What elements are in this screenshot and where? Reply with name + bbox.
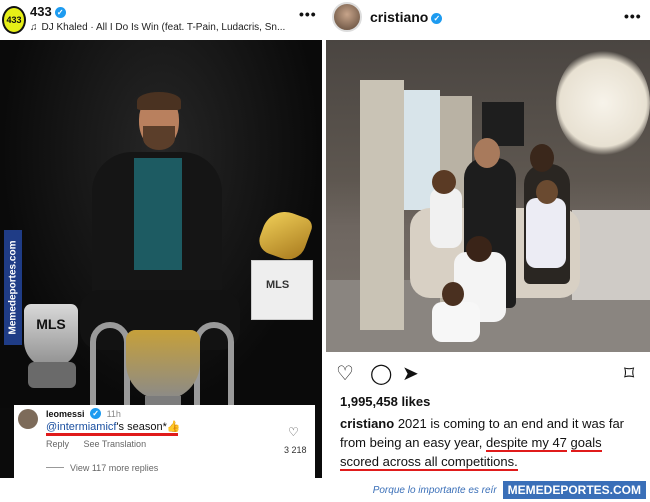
child-4: [432, 302, 480, 342]
child-2: [526, 198, 566, 268]
comment-heart-icon[interactable]: ♡: [288, 425, 299, 439]
view-replies-button[interactable]: View 117 more replies: [46, 463, 158, 473]
comment-time: 11h: [106, 409, 121, 419]
comment-avatar[interactable]: [18, 409, 38, 429]
footer-brand: MEMEDEPORTES.COM: [502, 481, 646, 499]
right-post: cristiano ✓ ••• ♡ ◯ ➤ ⌑ 1,995,458 likes c…: [326, 0, 650, 478]
golden-boot: [255, 205, 315, 265]
more-options-icon[interactable]: •••: [624, 8, 642, 24]
comment-icon[interactable]: ◯: [370, 362, 392, 384]
post-photo[interactable]: MLS MLS Memedeportes.com: [0, 40, 322, 446]
reply-thread-line: [46, 467, 64, 468]
music-text[interactable]: DJ Khaled · All I Do Is Win (feat. T-Pai…: [42, 22, 286, 33]
comment-actions: Reply See Translation: [46, 439, 158, 449]
side-watermark: Memedeportes.com: [4, 230, 22, 345]
mls-trophy-base: [28, 362, 76, 388]
comment-like-count: 3 218: [284, 445, 307, 455]
comment-mention[interactable]: @intermiamicf: [46, 421, 116, 433]
side-watermark-text: Memedeportes.com: [7, 240, 19, 335]
like-count[interactable]: 1,995,458 likes: [340, 394, 430, 409]
white-tree: [556, 48, 650, 158]
post-username[interactable]: cristiano ✓: [370, 9, 443, 25]
footer-watermark: Porque lo importante es reír MEMEDEPORTE…: [0, 478, 650, 502]
footer-inner: Porque lo importante es reír MEMEDEPORTE…: [373, 481, 646, 499]
music-label[interactable]: ♫ DJ Khaled · All I Do Is Win (feat. T-Pa…: [30, 22, 285, 33]
player-shirt: [134, 158, 182, 270]
caption-underlined-1: despite my 47: [485, 435, 567, 452]
avatar[interactable]: 433: [2, 6, 26, 34]
red-underline: [46, 433, 178, 436]
person-man-head: [474, 138, 500, 168]
bookmark-icon[interactable]: ⌑: [624, 362, 634, 384]
comment-text: @intermiamicf's season*👍: [46, 420, 181, 433]
curtain-left: [360, 80, 404, 330]
child-3-head: [466, 236, 492, 262]
post-photo[interactable]: [326, 40, 650, 352]
thumbs-up-emoji: 👍: [166, 421, 181, 433]
footer-slogan: Porque lo importante es reír: [372, 484, 497, 496]
person-woman-head: [530, 144, 554, 172]
child-1-head: [432, 170, 456, 194]
left-post-header: 433 433 ✓ ♫ DJ Khaled · All I Do Is Win (f…: [0, 0, 322, 40]
caption-username[interactable]: cristiano: [340, 416, 394, 431]
mls-trophy: MLS: [24, 304, 78, 368]
verified-badge-icon: ✓: [90, 408, 102, 419]
mls-cup: [126, 330, 200, 400]
left-post: 433 433 ✓ ♫ DJ Khaled · All I Do Is Win (f…: [0, 0, 322, 478]
verified-badge-icon: ✓: [54, 7, 66, 18]
player-beard: [143, 126, 175, 150]
table: [572, 210, 650, 300]
share-icon[interactable]: ➤: [402, 362, 419, 384]
post-username[interactable]: 433 ✓: [30, 4, 66, 19]
username-text[interactable]: cristiano: [370, 9, 428, 25]
mls-trophy-label: MLS: [36, 316, 66, 332]
heart-icon[interactable]: ♡: [336, 362, 354, 384]
verified-badge-icon: ✓: [431, 13, 443, 24]
child-2-head: [536, 180, 558, 204]
avatar[interactable]: [332, 2, 362, 32]
view-replies-text[interactable]: View 117 more replies: [70, 463, 158, 473]
comment: leomessi ✓ 11h @intermiamicf's season*👍 …: [14, 405, 315, 478]
award-box-label: MLS: [266, 279, 290, 291]
username-text[interactable]: 433: [30, 4, 52, 19]
player-hair: [137, 92, 181, 110]
post-actions: ♡ ◯ ➤ ⌑: [336, 362, 646, 384]
award-box: MLS: [251, 260, 313, 320]
post-caption: cristiano 2021 is coming to an end and i…: [340, 414, 640, 471]
more-options-icon[interactable]: •••: [299, 6, 317, 22]
child-4-head: [442, 282, 464, 306]
comment-text-rest: 's season*: [116, 421, 167, 433]
comment-user[interactable]: leomessi ✓ 11h: [46, 408, 121, 419]
music-note-icon: ♫: [30, 22, 38, 33]
child-1: [430, 188, 462, 248]
comment-username[interactable]: leomessi: [46, 409, 85, 419]
see-translation-button[interactable]: See Translation: [84, 439, 147, 449]
reply-button[interactable]: Reply: [46, 439, 69, 449]
